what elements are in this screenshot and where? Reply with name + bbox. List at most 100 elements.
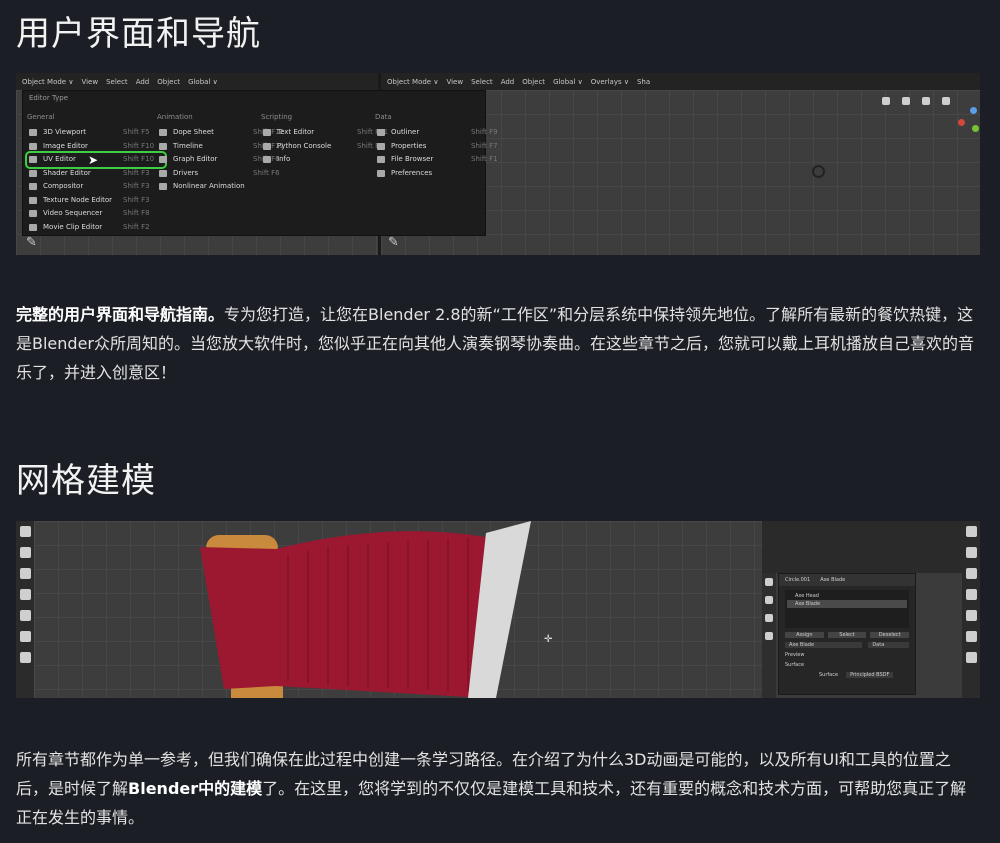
material-datablock: Axe Blade Data — [785, 642, 909, 648]
object-name: Circle.001 — [785, 577, 811, 583]
properties-icon — [377, 142, 385, 150]
slot-buttons: Assign Select Deselect — [785, 632, 910, 638]
menu-item-compositor[interactable]: Compositor Shift F3 — [27, 180, 165, 194]
menu-column-header: Animation — [157, 113, 193, 121]
menu-item-label: Nonlinear Animation — [173, 182, 245, 190]
left-header-bar: Object Mode ∨ View Select Add Object Global ∨ — [16, 73, 378, 90]
menu-column-scripting: Scripting Text Editor Shift F11 Python Cons… — [261, 113, 388, 167]
hand-icon[interactable] — [922, 97, 930, 105]
header-menu-item[interactable]: Add — [136, 78, 150, 86]
menu-item-movie-clip-editor[interactable]: Movie Clip Editor Shift F2 — [27, 221, 165, 235]
header-menu-item[interactable]: Select — [106, 78, 128, 86]
surface-section[interactable]: Surface — [785, 662, 909, 668]
lead-text: 完整的用户界面和导航指南。 — [16, 305, 225, 324]
tool-tab-icon[interactable] — [765, 578, 773, 586]
header-menu-item[interactable]: Global ∨ — [553, 78, 583, 86]
shader-editor-icon — [29, 169, 37, 177]
header-menu-item[interactable]: View — [81, 78, 98, 86]
output-tab-icon[interactable] — [765, 614, 773, 622]
material-selector[interactable]: Axe Blade — [785, 642, 863, 648]
menu-item-shortcut: Shift F10 — [123, 141, 155, 150]
view-tool-icon[interactable] — [965, 526, 977, 537]
section-title-ui-navigation: 用户界面和导航 — [16, 14, 261, 54]
menu-item-dope-sheet[interactable]: Dope Sheet Shift F12 — [157, 126, 284, 140]
graph-editor-icon — [159, 156, 167, 163]
header-menu-item[interactable]: Object — [157, 78, 180, 86]
right-toolbar — [962, 521, 980, 698]
header-menu-item[interactable]: Object Mode ∨ — [387, 78, 438, 86]
menu-item-label: Video Sequencer — [43, 209, 103, 217]
camera-icon[interactable] — [902, 97, 910, 105]
link-data-select[interactable]: Data — [868, 642, 909, 648]
menu-item-shortcut: Shift F7 — [471, 141, 498, 150]
modifier-tool-icon[interactable] — [965, 610, 977, 621]
menu-item-label: Outliner — [391, 128, 420, 136]
menu-item-label: Compositor — [43, 182, 84, 190]
material-tab-icon[interactable] — [765, 632, 773, 640]
uv-editor-icon — [29, 156, 37, 163]
menu-item-outliner[interactable]: Outliner Shift F9 — [375, 126, 498, 140]
menu-item-label: Shader Editor — [43, 168, 91, 177]
menu-item-label: Drivers — [173, 168, 199, 177]
material-slot-axe-head[interactable]: Axe Head — [787, 592, 907, 600]
menu-item-shortcut: Shift F6 — [253, 168, 280, 177]
header-menu-item[interactable]: Object Mode ∨ — [22, 78, 73, 86]
menu-item-image-editor[interactable]: Image Editor Shift F10 — [27, 140, 165, 154]
render-tab-icon[interactable] — [765, 596, 773, 604]
menu-item-file-browser[interactable]: File Browser Shift F1 — [375, 153, 498, 167]
menu-item-texture-node-editor[interactable]: Texture Node Editor Shift F3 — [27, 194, 165, 208]
annotate-icon[interactable]: ✎ — [388, 235, 399, 250]
gizmo-z-icon[interactable] — [970, 107, 977, 114]
menu-item-shader-editor[interactable]: Shader Editor Shift F3 — [27, 167, 165, 181]
assign-button[interactable]: Assign — [785, 632, 824, 638]
header-menu-item[interactable]: Select — [471, 78, 493, 86]
zoom-icon[interactable] — [942, 97, 950, 105]
menu-item-properties[interactable]: Properties Shift F7 — [375, 140, 498, 154]
annotate-icon[interactable]: ✎ — [26, 235, 37, 250]
menu-column-header: General — [27, 113, 55, 121]
material-tool-icon[interactable] — [965, 652, 977, 663]
menu-item-drivers[interactable]: Drivers Shift F6 — [157, 167, 280, 181]
menu-item-shortcut: Shift F9 — [471, 128, 498, 136]
header-menu-item[interactable]: Global ∨ — [188, 78, 218, 86]
menu-item-nonlinear-animation[interactable]: Nonlinear Animation — [157, 180, 245, 194]
header-menu-item[interactable]: View — [446, 78, 463, 86]
menu-column-header: Data — [375, 113, 392, 121]
select-button[interactable]: Select — [827, 632, 867, 638]
menu-item-label: Graph Editor — [173, 155, 218, 163]
grid-icon[interactable] — [882, 97, 890, 105]
menu-item-video-sequencer[interactable]: Video Sequencer Shift F8 — [27, 207, 165, 221]
info-icon — [263, 156, 271, 163]
material-properties-panel: Circle.001 Axe Blade Axe Head Axe Blade … — [778, 573, 916, 695]
gizmo-x-icon[interactable] — [958, 119, 965, 126]
movie-clip-editor-icon — [29, 223, 37, 231]
preview-section[interactable]: Preview — [785, 652, 909, 658]
menu-item-3d-viewport[interactable]: 3D Viewport Shift F5 — [27, 126, 165, 140]
menu-item-label: Timeline — [173, 141, 203, 150]
object-tool-icon[interactable] — [965, 589, 977, 600]
gizmo-y-icon[interactable] — [972, 125, 979, 132]
menu-item-timeline[interactable]: Timeline Shift F12 — [157, 140, 284, 154]
menu-item-preferences[interactable]: Preferences — [375, 167, 433, 181]
header-menu-item[interactable]: Object — [522, 78, 545, 86]
menu-item-info[interactable]: Info — [261, 153, 331, 167]
menu-item-shortcut: Shift F3 — [123, 168, 150, 177]
scene-tool-icon[interactable] — [965, 547, 977, 558]
header-menu-item[interactable]: Sha — [637, 78, 650, 86]
deselect-button[interactable]: Deselect — [870, 632, 910, 638]
world-tool-icon[interactable] — [965, 568, 977, 579]
menu-item-python-console[interactable]: Python Console Shift F4 — [261, 140, 384, 154]
texture-node-editor-icon — [29, 196, 37, 204]
surface-label: Surface — [819, 672, 839, 678]
data-tool-icon[interactable] — [965, 631, 977, 642]
menu-item-label: Text Editor — [277, 128, 315, 136]
material-slot-axe-blade[interactable]: Axe Blade — [787, 600, 907, 608]
menu-item-graph-editor[interactable]: Graph Editor Shift F6 — [157, 153, 280, 167]
menu-item-shortcut: Shift F3 — [123, 195, 150, 204]
header-menu-item[interactable]: Overlays ∨ — [591, 78, 629, 86]
surface-shader-select[interactable]: Principled BSDF — [846, 672, 894, 678]
header-menu-item[interactable]: Add — [501, 78, 515, 86]
menu-item-shortcut: Shift F10 — [123, 155, 155, 163]
menu-column-header: Scripting — [261, 113, 293, 121]
menu-item-text-editor[interactable]: Text Editor Shift F11 — [261, 126, 388, 140]
